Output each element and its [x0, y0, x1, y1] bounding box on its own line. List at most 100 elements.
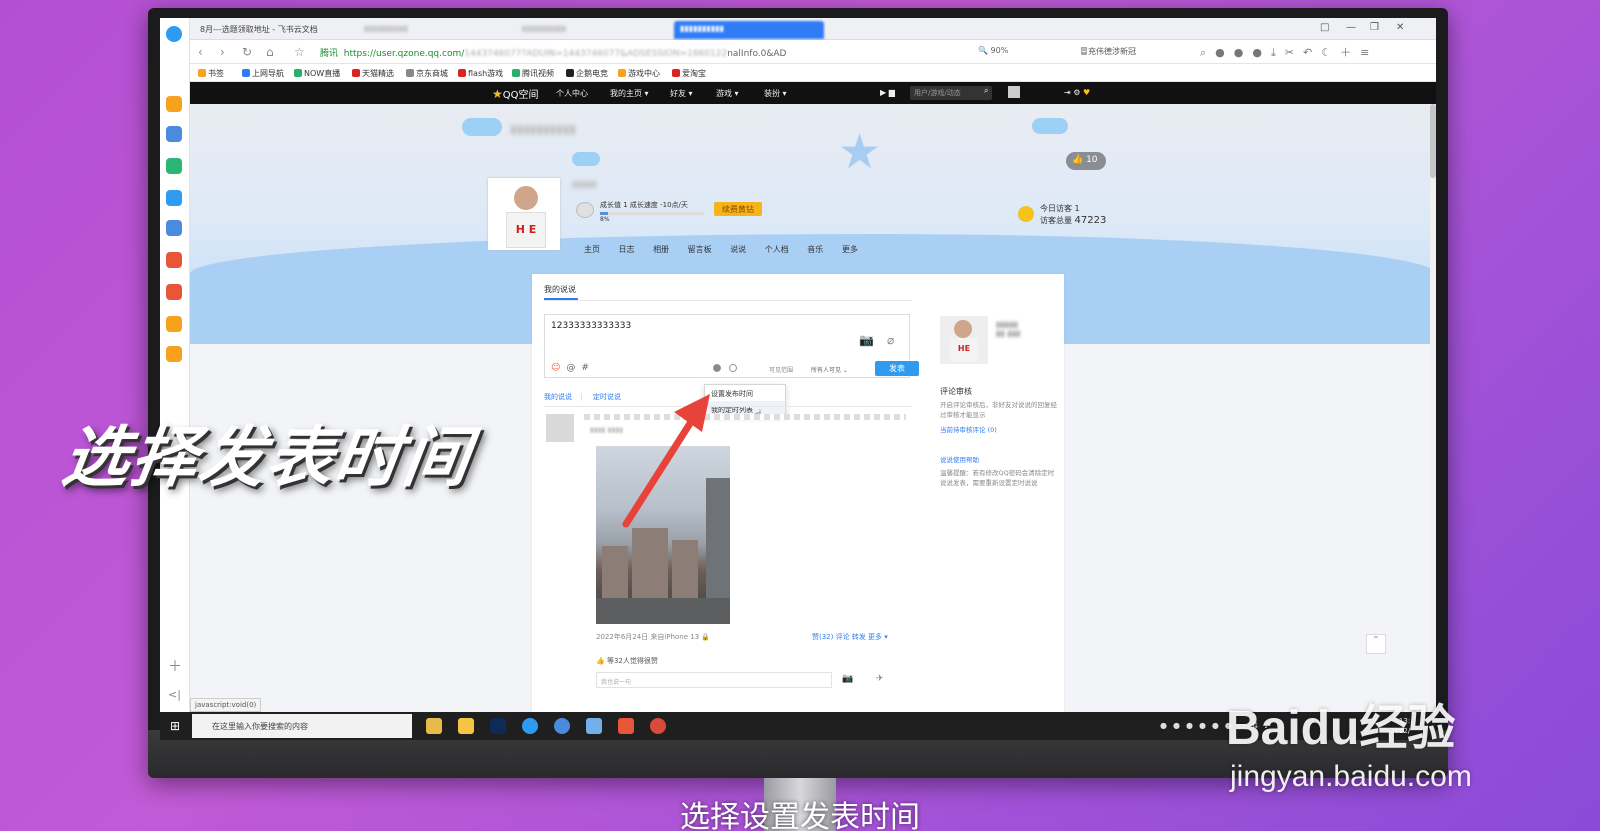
- emoji-icon[interactable]: ☺: [551, 363, 566, 373]
- weibo-icon[interactable]: [166, 252, 182, 268]
- nav-blog[interactable]: 日志: [619, 245, 635, 254]
- bookmark-item[interactable]: NOW直播: [294, 68, 340, 79]
- post-composer[interactable]: 12333333333333 📷 ⌀ ☺@# 可见范围 所有人可见 ⌄ 发表: [544, 314, 919, 378]
- bookmark-item[interactable]: 上网导航: [242, 68, 284, 79]
- translate-icon[interactable]: [166, 190, 182, 206]
- visibility-select[interactable]: 所有人可见 ⌄: [811, 365, 848, 374]
- browser-sidebar: ＋ <|: [160, 18, 190, 712]
- likes-summary[interactable]: 👍 等32人觉得很赞: [596, 656, 658, 666]
- help-link[interactable]: 说说使用帮助: [940, 454, 979, 464]
- nav-album[interactable]: 相册: [653, 245, 669, 254]
- favorites-icon[interactable]: [166, 96, 182, 112]
- post-meta: 2022年6月24日 来自iPhone 13 🔒: [596, 633, 711, 641]
- tab-my-shuoshuo[interactable]: 我的说说: [544, 393, 572, 401]
- ppt-icon[interactable]: [618, 718, 634, 734]
- address-bar: ‹ › ↻ ⌂ ☆ 腾讯 https://user.qzone.qq.com/1…: [190, 40, 1436, 64]
- tab-feishu[interactable]: 8月---选题领取地址 - 飞书云文档: [194, 21, 354, 39]
- composer-tools[interactable]: ☺@#: [551, 363, 595, 373]
- add-app-icon[interactable]: ＋: [168, 656, 182, 676]
- pending-review-link[interactable]: 当前待审核评论 (0): [940, 424, 997, 434]
- nav-music[interactable]: 音乐: [807, 245, 823, 254]
- panel-title[interactable]: 我的说说: [544, 284, 576, 295]
- feed-avatar[interactable]: [546, 414, 574, 442]
- wechat-icon[interactable]: [166, 158, 182, 174]
- composer-input[interactable]: 12333333333333: [551, 321, 631, 331]
- bookmark-item[interactable]: 书签: [198, 68, 224, 79]
- bookmark-item[interactable]: 腾讯视频: [512, 68, 554, 79]
- notepad-icon[interactable]: [586, 718, 602, 734]
- zoom-level[interactable]: 🔍 90%: [978, 46, 1008, 55]
- minimize-icon[interactable]: —: [1346, 22, 1356, 33]
- bookmark-item[interactable]: 游戏中心: [618, 68, 660, 79]
- clock-icon[interactable]: [166, 126, 182, 142]
- renew-vip-button[interactable]: 续费黄钻: [714, 202, 762, 216]
- toolbar-icons[interactable]: ⌕●●●⤓✂↶☾＋≡: [1200, 44, 1378, 60]
- bookmark-item[interactable]: flash游戏: [458, 68, 503, 79]
- play-icon[interactable]: ▶ ▆: [880, 88, 895, 97]
- nav-guestbook[interactable]: 留言板: [688, 245, 712, 254]
- visitor-stats[interactable]: 今日访客 1 访客总量 47223: [1040, 203, 1106, 227]
- home-icon[interactable]: ⌂: [266, 45, 274, 59]
- collapse-sidebar-icon[interactable]: <|: [168, 688, 181, 701]
- restore-icon[interactable]: ❐: [1370, 22, 1379, 33]
- friends-menu[interactable]: 好友 ▾: [670, 88, 693, 99]
- logout-icon[interactable]: ⇥ ⚙ ♥: [1064, 88, 1090, 97]
- windows-start-icon[interactable]: ⊞: [170, 719, 184, 733]
- bookmark-item[interactable]: 天猫精选: [352, 68, 394, 79]
- back-icon[interactable]: ‹: [198, 45, 203, 59]
- nav-more[interactable]: 更多: [842, 245, 858, 254]
- bookmark-item[interactable]: 京东商城: [406, 68, 448, 79]
- notes-icon[interactable]: [166, 346, 182, 362]
- search-icon[interactable]: ⌕: [984, 86, 988, 96]
- pdf-icon[interactable]: [166, 284, 182, 300]
- my-home-link[interactable]: 我的主页 ▾: [610, 88, 649, 99]
- browser-taskbar-icon[interactable]: [522, 718, 538, 734]
- camera-icon[interactable]: 📷: [859, 333, 874, 347]
- bookmark-star-icon[interactable]: ☆: [294, 45, 305, 59]
- file-explorer-icon[interactable]: [458, 718, 474, 734]
- comment-send-icon[interactable]: ✈: [876, 674, 884, 684]
- url-field[interactable]: 腾讯 https://user.qzone.qq.com/1443746077?…: [320, 46, 960, 59]
- photoshop-icon[interactable]: [490, 718, 506, 734]
- decor-menu[interactable]: 装扮 ▾: [764, 88, 787, 99]
- scroll-to-top-button[interactable]: ⌃: [1366, 634, 1386, 654]
- search-suggestion[interactable]: 冒充伟德涉新冠: [1080, 46, 1136, 57]
- qq-icon[interactable]: [650, 718, 666, 734]
- scrollbar-thumb[interactable]: [1430, 104, 1436, 178]
- forward-icon[interactable]: ›: [220, 45, 225, 59]
- tab-blurred-1[interactable]: ▮▮▮▮▮▮▮▮▮▮: [358, 21, 508, 39]
- like-badge[interactable]: 👍 10: [1066, 152, 1106, 170]
- scrollbar-track[interactable]: [1430, 104, 1436, 712]
- tab-strip: 8月---选题领取地址 - 飞书云文档 ▮▮▮▮▮▮▮▮▮▮ ▮▮▮▮▮▮▮▮▮…: [190, 18, 1436, 40]
- publish-button[interactable]: 发表: [875, 361, 919, 376]
- timer-bell-icon[interactable]: [713, 364, 721, 372]
- sidebar-avatar[interactable]: HE: [940, 316, 988, 364]
- store-icon[interactable]: [426, 718, 442, 734]
- nav-home[interactable]: 主页: [584, 245, 600, 254]
- taskbar-search-input[interactable]: 在这里输入你要搜索的内容: [192, 714, 412, 738]
- post-actions[interactable]: 赞(32) 评论 转发 更多 ▾: [812, 632, 888, 642]
- reload-icon[interactable]: ↻: [242, 45, 252, 59]
- attach-icon[interactable]: ⌀: [887, 333, 894, 347]
- browser-logo-icon[interactable]: [166, 26, 182, 42]
- clock-icon[interactable]: [729, 364, 737, 372]
- nav-shuoshuo[interactable]: 说说: [730, 245, 746, 254]
- comment-camera-icon[interactable]: 📷: [842, 674, 853, 684]
- search-icon[interactable]: [166, 316, 182, 332]
- tab-blurred-2[interactable]: ▮▮▮▮▮▮▮▮▮▮: [516, 21, 666, 39]
- qq-browser-icon[interactable]: [554, 718, 570, 734]
- bookmark-item[interactable]: 爱淘宝: [672, 68, 706, 79]
- game-icon[interactable]: [166, 220, 182, 236]
- profile-avatar[interactable]: H E: [488, 178, 560, 250]
- close-icon[interactable]: ✕: [1396, 22, 1404, 33]
- comment-input[interactable]: 我也说一句: [596, 672, 832, 688]
- qzone-search-input[interactable]: 用户/游戏/动态: [910, 86, 992, 100]
- games-menu[interactable]: 游戏 ▾: [716, 88, 739, 99]
- qzone-logo[interactable]: ★QQ空间: [492, 86, 539, 101]
- bookmark-item[interactable]: 企鹅电竞: [566, 68, 608, 79]
- user-avatar-small[interactable]: [1008, 86, 1020, 98]
- tab-qzone-active[interactable]: ▮▮▮▮▮▮▮▮▮▮: [674, 21, 824, 39]
- personal-center-link[interactable]: 个人中心: [556, 88, 588, 99]
- nav-profile[interactable]: 个人档: [765, 245, 789, 254]
- pin-icon[interactable]: □: [1320, 22, 1329, 33]
